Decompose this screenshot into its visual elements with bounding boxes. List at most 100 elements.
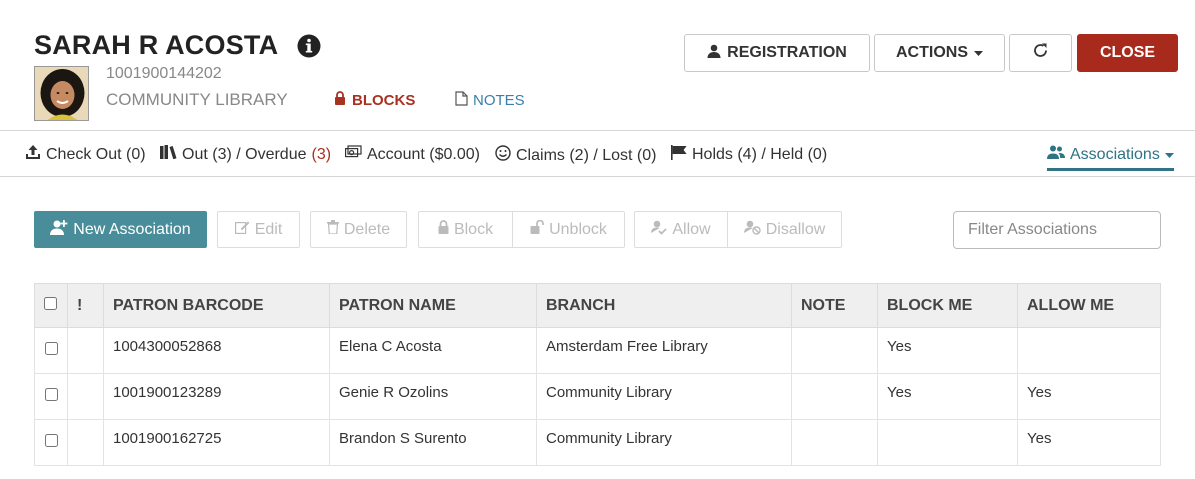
allow-me-cell: Yes [1017,419,1161,466]
table-row[interactable]: 1004300052868 Elena C Acosta Amsterdam F… [34,327,1161,374]
row-checkbox[interactable] [44,342,58,355]
associations-table: ! PATRON BARCODE PATRON NAME BRANCH NOTE… [34,283,1161,466]
disallow-label: Disallow [765,220,826,238]
name-value: Genie R Ozolins [339,384,449,401]
blocks-label: BLOCKS [352,91,416,109]
unblock-button[interactable]: Unblock [512,211,625,248]
block-me-cell: Yes [877,327,1018,374]
nav-holds-label: Holds (4) / Held (0) [692,146,828,163]
branch-value: Community Library [546,430,672,447]
row-checkbox[interactable] [44,388,58,401]
block-me-value: Yes [887,338,912,355]
filter-associations-input[interactable] [953,211,1161,249]
name-cell: Genie R Ozolins [329,373,537,420]
actions-label: ACTIONS [896,44,968,61]
allow-button[interactable]: Allow [634,211,728,248]
unblock-label: Unblock [549,220,607,238]
warning-cell [67,373,104,420]
block-me-value: Yes [887,384,912,401]
block-me-cell [877,419,1018,466]
branch-cell: Community Library [536,373,792,420]
nav-out-overdue[interactable]: Out (3) / Overdue (3) [160,145,331,164]
barcode-cell: 1004300052868 [103,327,330,374]
nav-check-out-label: Check Out (0) [46,146,146,163]
refresh-button[interactable] [1009,34,1072,72]
barcode-value: 1001900162725 [113,430,222,447]
trash-icon [326,220,339,239]
delete-label: Delete [343,220,391,238]
delete-button[interactable]: Delete [310,211,407,248]
patron-library: COMMUNITY LIBRARY [106,90,288,109]
row-checkbox[interactable] [44,434,58,447]
branch-value: Amsterdam Free Library [546,338,708,355]
row-select-cell [34,327,68,374]
edit-icon [234,220,250,239]
new-association-button[interactable]: New Association [34,211,207,248]
warning-cell [67,419,104,466]
user-check-icon [651,220,668,240]
name-cell: Brandon S Surento [329,419,537,466]
nav-overdue-count: (3) [311,145,332,163]
caret-down-icon [1164,146,1174,164]
nav-account[interactable]: Account ($0.00) [345,145,480,164]
users-icon [1047,145,1065,164]
allow-label: Allow [672,220,711,238]
barcode-value: 1001900123289 [113,384,222,401]
select-all-header [34,283,68,328]
table-row[interactable]: 1001900162725 Brandon S Surento Communit… [34,419,1161,466]
select-all-checkbox[interactable] [44,296,57,310]
new-association-label: New Association [73,220,191,238]
branch-header[interactable]: BRANCH [536,283,792,328]
refresh-icon [1032,42,1049,64]
user-ban-icon [743,220,761,240]
close-button[interactable]: CLOSE [1077,34,1178,72]
nav-associations[interactable]: Associations [1047,145,1174,171]
blocks-link[interactable]: BLOCKS [334,91,415,109]
branch-cell: Amsterdam Free Library [536,327,792,374]
warning-column-header: ! [67,283,104,328]
row-select-cell [34,419,68,466]
nav-divider-bottom [0,176,1195,177]
add-user-icon [50,219,68,240]
branch-value: Community Library [546,384,672,401]
note-header[interactable]: NOTE [791,283,878,328]
nav-claims-label: Claims (2) / Lost (0) [516,146,657,164]
nav-claims-lost[interactable]: Claims (2) / Lost (0) [495,145,656,166]
nav-holds-held[interactable]: Holds (4) / Held (0) [671,145,827,165]
books-icon [160,145,177,164]
patron-name-header[interactable]: PATRON NAME [329,283,537,328]
allow-me-cell: Yes [1017,373,1161,420]
patron-barcode: 1001900144202 [106,65,222,82]
allow-me-value: Yes [1027,384,1052,401]
avatar [34,66,89,121]
note-cell [791,327,878,374]
barcode-cell: 1001900162725 [103,419,330,466]
disallow-button[interactable]: Disallow [727,211,842,248]
name-cell: Elena C Acosta [329,327,537,374]
info-icon[interactable] [297,34,321,58]
patron-barcode-header[interactable]: PATRON BARCODE [103,283,330,328]
branch-cell: Community Library [536,419,792,466]
actions-dropdown-button[interactable]: ACTIONS [874,34,1005,72]
upload-icon [25,145,41,165]
flag-icon [671,145,687,165]
allow-me-header[interactable]: ALLOW ME [1017,283,1161,328]
barcode-value: 1004300052868 [113,338,222,355]
name-value: Brandon S Surento [339,430,467,447]
registration-button[interactable]: REGISTRATION [684,34,870,72]
barcode-cell: 1001900123289 [103,373,330,420]
nav-check-out[interactable]: Check Out (0) [25,145,146,165]
block-label: Block [453,220,494,238]
block-me-header[interactable]: BLOCK ME [877,283,1018,328]
notes-link[interactable]: NOTES [455,91,525,110]
nav-divider-top [0,130,1195,131]
edit-label: Edit [254,220,283,238]
table-row[interactable]: 1001900123289 Genie R Ozolins Community … [34,373,1161,420]
edit-button[interactable]: Edit [217,211,300,248]
registration-label: REGISTRATION [727,44,847,61]
block-button[interactable]: Block [418,211,513,248]
allow-me-value: Yes [1027,430,1052,447]
warning-cell [67,327,104,374]
notes-label: NOTES [473,92,525,109]
name-value: Elena C Acosta [339,338,442,355]
